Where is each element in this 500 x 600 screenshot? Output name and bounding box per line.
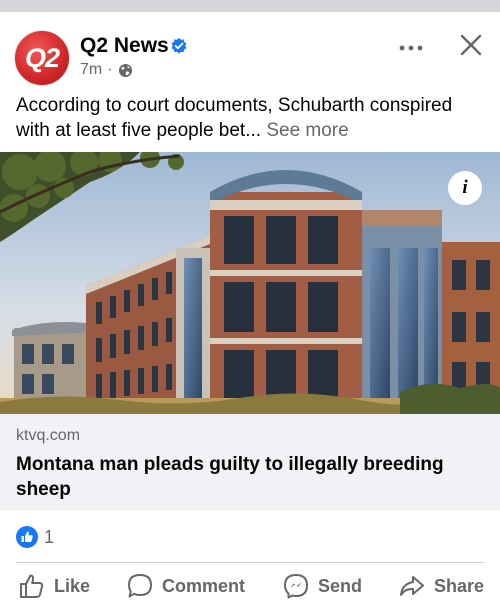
- messenger-icon: [284, 574, 308, 599]
- post-text: According to court documents, Schubarth …: [16, 93, 486, 143]
- send-button[interactable]: Send: [282, 572, 362, 600]
- link-domain: ktvq.com: [16, 427, 81, 444]
- like-button[interactable]: Like: [18, 572, 90, 600]
- more-options-icon[interactable]: [398, 38, 424, 58]
- link-preview-image[interactable]: [0, 152, 500, 414]
- reaction-count: 1: [44, 526, 55, 547]
- info-icon[interactable]: i: [448, 171, 482, 205]
- post-actions: Like Comment Send Share: [0, 572, 500, 600]
- thumbs-up-icon: [20, 574, 44, 598]
- like-label: Like: [54, 575, 91, 596]
- link-headline[interactable]: Montana man pleads guilty to illegally b…: [16, 452, 486, 502]
- globe-icon: [118, 63, 132, 77]
- actions-divider: [16, 562, 484, 563]
- close-icon[interactable]: [458, 32, 484, 58]
- post-time[interactable]: 7m: [80, 61, 102, 79]
- post-body-text: According to court documents, Schubarth …: [16, 95, 453, 141]
- meta-separator: ·: [107, 61, 113, 78]
- comment-bubble-icon: [128, 574, 152, 598]
- page-avatar[interactable]: Q2: [14, 30, 70, 86]
- verified-badge-icon: [171, 37, 187, 54]
- post-header: Q2 Q2 News 7m ·: [0, 12, 500, 88]
- send-label: Send: [318, 575, 363, 596]
- share-label: Share: [434, 575, 485, 596]
- post-meta: 7m ·: [80, 61, 133, 79]
- share-arrow-icon: [400, 576, 424, 596]
- comment-button[interactable]: Comment: [126, 572, 245, 600]
- avatar-logo-text: Q2: [24, 42, 60, 73]
- page-name[interactable]: Q2 News: [80, 34, 169, 58]
- comment-label: Comment: [162, 575, 246, 596]
- reactions-summary[interactable]: 1: [16, 526, 54, 548]
- share-button[interactable]: Share: [398, 572, 484, 600]
- see-more-link[interactable]: See more: [266, 120, 348, 141]
- like-reaction-icon: [16, 526, 38, 548]
- top-separator-strip: [0, 0, 500, 12]
